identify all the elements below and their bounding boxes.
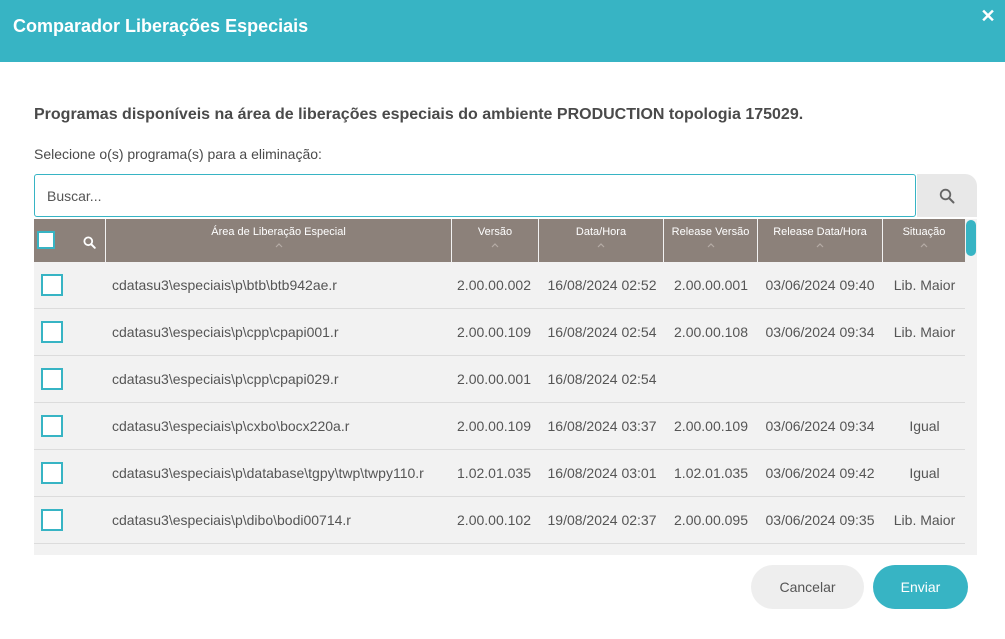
cell-situacao (884, 356, 965, 403)
cell-area: cdatasu3\especiais\p\cpp\cpapi001.r (112, 324, 339, 340)
table-scrollbar[interactable] (965, 219, 977, 555)
dialog-header: Comparador Liberações Especiais ✕ (0, 0, 1005, 62)
cell-situacao: Igual (909, 465, 940, 481)
cell-release-versao: 2.00.00.095 (674, 512, 748, 528)
table-row[interactable]: cdatasu3\especiais\p\btb\btb942ae.r 2.00… (34, 262, 965, 309)
cell-release-data-hora: 03/06/2024 09:34 (765, 418, 875, 434)
column-header-label: Data/Hora (575, 226, 627, 238)
cancel-button[interactable]: Cancelar (751, 565, 864, 609)
cell-release-versao: 2.00.00.109 (674, 418, 748, 434)
table-row[interactable]: cdatasu3\especiais\p\database\tgpy\twp\t… (34, 450, 965, 497)
close-icon[interactable]: ✕ (979, 5, 997, 27)
cell-situacao: Igual (909, 418, 940, 434)
select-all-checkbox[interactable] (37, 231, 55, 249)
column-header-label: Release Data/Hora (773, 226, 867, 238)
cell-release-versao (664, 356, 758, 403)
scrollbar-thumb[interactable] (966, 220, 976, 256)
search-button[interactable] (917, 174, 977, 217)
cell-data-hora: 16/08/2024 03:01 (547, 465, 657, 481)
column-header-label: Área de Liberação Especial (211, 226, 346, 238)
row-checkbox[interactable] (41, 368, 63, 390)
programs-table: Área de Liberação Especial Versão Data/H… (34, 219, 977, 555)
row-checkbox[interactable] (41, 509, 63, 531)
cell-release-data-hora: 03/06/2024 09:42 (765, 465, 875, 481)
cell-area: cdatasu3\especiais\p\cpp\cpapi029.r (112, 371, 339, 387)
column-header-versao[interactable]: Versão (452, 219, 538, 262)
cell-area: cdatasu3\especiais\p\database\tgpy\twp\t… (112, 465, 424, 481)
sort-up-icon (816, 243, 824, 248)
header-select-cell (34, 219, 105, 262)
dialog-title: Comparador Liberações Especiais (13, 16, 309, 36)
sort-up-icon (920, 243, 928, 248)
column-header-label: Versão (477, 226, 513, 238)
column-header-label: Release Versão (671, 226, 750, 238)
cell-data-hora: 16/08/2024 02:54 (547, 371, 657, 387)
column-search-icon[interactable] (83, 236, 96, 249)
intro-text: Programas disponíveis na área de liberaç… (34, 106, 804, 123)
table-row[interactable]: cdatasu3\especiais\p\cxbo\bocx220a.r 2.0… (34, 403, 965, 450)
selection-instruction: Selecione o(s) programa(s) para a elimin… (34, 146, 322, 162)
search-icon (939, 188, 955, 204)
table-row[interactable]: cdatasu3\especiais\p\cpp\cpapi001.r 2.00… (34, 309, 965, 356)
column-header-area[interactable]: Área de Liberação Especial (106, 219, 451, 262)
cell-release-versao: 2.00.00.108 (674, 324, 748, 340)
cell-data-hora: 16/08/2024 02:52 (547, 277, 657, 293)
column-header-data-hora[interactable]: Data/Hora (539, 219, 663, 262)
table-row[interactable]: cdatasu3\especiais\p\cpp\cpapi029.r 2.00… (34, 356, 965, 403)
row-checkbox[interactable] (41, 415, 63, 437)
column-header-label: Situação (902, 226, 946, 238)
row-checkbox[interactable] (41, 321, 63, 343)
cell-release-data-hora (758, 356, 882, 403)
cell-release-data-hora: 03/06/2024 09:40 (765, 277, 875, 293)
sort-up-icon (707, 243, 714, 248)
sort-up-icon (597, 243, 605, 248)
sort-up-icon (275, 243, 282, 248)
cell-data-hora: 19/08/2024 02:37 (547, 512, 657, 528)
send-button[interactable]: Enviar (873, 565, 968, 609)
cell-release-versao: 1.02.01.035 (674, 465, 748, 481)
cell-versao: 2.00.00.001 (457, 371, 531, 387)
cell-versao: 2.00.00.102 (457, 512, 531, 528)
cell-versao: 2.00.00.109 (457, 324, 531, 340)
sort-up-icon (491, 243, 499, 248)
search-input[interactable] (34, 174, 916, 217)
table-header: Área de Liberação Especial Versão Data/H… (34, 219, 965, 262)
search-bar (34, 174, 977, 219)
column-header-release-versao[interactable]: Release Versão (664, 219, 757, 262)
cell-versao: 2.00.00.109 (457, 418, 531, 434)
cell-versao: 1.02.01.035 (457, 465, 531, 481)
cell-area: cdatasu3\especiais\p\btb\btb942ae.r (112, 277, 337, 293)
cell-data-hora: 16/08/2024 02:54 (547, 324, 657, 340)
cell-release-versao: 2.00.00.001 (674, 277, 748, 293)
cell-versao: 2.00.00.002 (457, 277, 531, 293)
cell-data-hora: 16/08/2024 03:37 (547, 418, 657, 434)
cell-situacao: Lib. Maior (893, 324, 956, 340)
row-checkbox[interactable] (41, 274, 63, 296)
cell-situacao: Lib. Maior (893, 277, 956, 293)
column-header-release-data-hora[interactable]: Release Data/Hora (758, 219, 882, 262)
column-header-situacao[interactable]: Situação (883, 219, 965, 262)
cell-release-data-hora: 03/06/2024 09:34 (765, 324, 875, 340)
cell-situacao: Lib. Maior (893, 512, 956, 528)
row-checkbox[interactable] (41, 462, 63, 484)
cell-area: cdatasu3\especiais\p\cxbo\bocx220a.r (112, 418, 350, 434)
table-row[interactable]: cdatasu3\especiais\p\dibo\bodi00714.r 2.… (34, 497, 965, 544)
cell-release-data-hora: 03/06/2024 09:35 (765, 512, 875, 528)
cell-area: cdatasu3\especiais\p\dibo\bodi00714.r (112, 512, 351, 528)
